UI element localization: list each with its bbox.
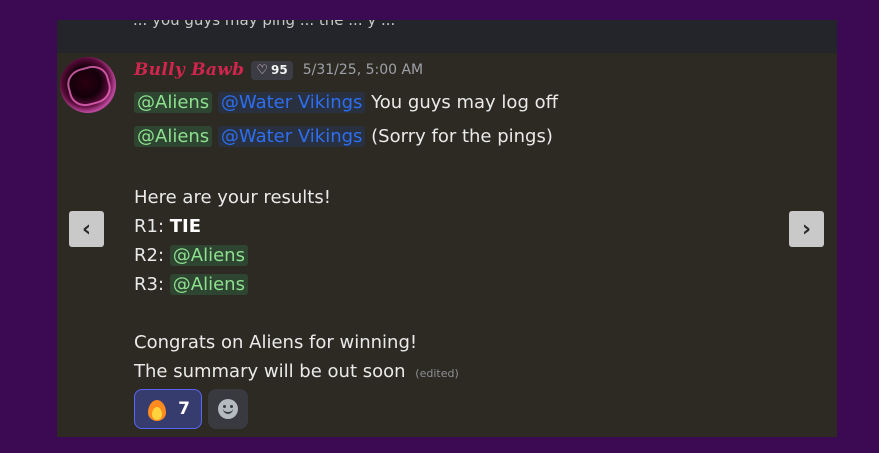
result-label: R1:	[134, 216, 165, 237]
message-body: @Aliens @Water Vikings You guys may log …	[134, 86, 814, 386]
timestamp: 5/31/25, 5:00 AM	[302, 62, 424, 78]
message-text: (Sorry for the pings)	[371, 126, 553, 147]
previous-button[interactable]: ‹	[69, 211, 104, 247]
message-line: @Aliens @Water Vikings (Sorry for the pi…	[134, 120, 814, 154]
smiley-icon	[218, 399, 238, 419]
chevron-right-icon: ›	[801, 216, 812, 242]
summary-text: The summary will be out soon	[134, 361, 406, 382]
heart-icon: ♡	[256, 62, 269, 78]
next-button[interactable]: ›	[789, 211, 824, 247]
edited-label: (edited)	[415, 367, 459, 380]
result-r2: R2: @Aliens	[134, 241, 814, 270]
result-label: R2:	[134, 245, 165, 266]
user-tag-text: 95	[271, 63, 288, 77]
chevron-left-icon: ‹	[81, 216, 92, 242]
congrats-text: Congrats on Aliens for winning!	[134, 332, 418, 353]
fire-emoji-icon	[146, 396, 168, 422]
result-r3: R3: @Aliens	[134, 270, 814, 299]
avatar[interactable]	[60, 57, 116, 113]
reaction-count: 7	[178, 399, 190, 419]
mention-aliens[interactable]: @Aliens	[169, 274, 248, 295]
message-text: You guys may log off	[371, 92, 559, 113]
mention-water-vikings[interactable]: @Water Vikings	[217, 126, 366, 147]
result-label: R3:	[134, 274, 165, 295]
message-header: Bully Bawb ♡ 95 5/31/25, 5:00 AM	[134, 58, 423, 82]
summary-line: The summary will be out soon (edited)	[134, 357, 814, 386]
add-reaction-button[interactable]	[208, 389, 248, 429]
result-r1: R1: TIE	[134, 212, 814, 241]
username[interactable]: Bully Bawb	[134, 60, 244, 80]
mention-aliens[interactable]: @Aliens	[169, 245, 248, 266]
previous-message-text: ... you guys may ping ... the ... y ...	[133, 20, 396, 29]
message-line: @Aliens @Water Vikings You guys may log …	[134, 86, 814, 120]
previous-message-strip: ... you guys may ping ... the ... y ...	[57, 20, 837, 53]
message-card: ... you guys may ping ... the ... y ... …	[57, 20, 837, 437]
results-header: Here are your results!	[134, 187, 331, 208]
mention-water-vikings[interactable]: @Water Vikings	[217, 92, 366, 113]
mention-aliens[interactable]: @Aliens	[134, 126, 213, 147]
reactions-bar: 7	[134, 389, 248, 429]
mention-aliens[interactable]: @Aliens	[134, 92, 213, 113]
result-value: TIE	[169, 216, 202, 237]
user-tag[interactable]: ♡ 95	[251, 60, 293, 80]
reaction-fire[interactable]: 7	[134, 389, 202, 429]
